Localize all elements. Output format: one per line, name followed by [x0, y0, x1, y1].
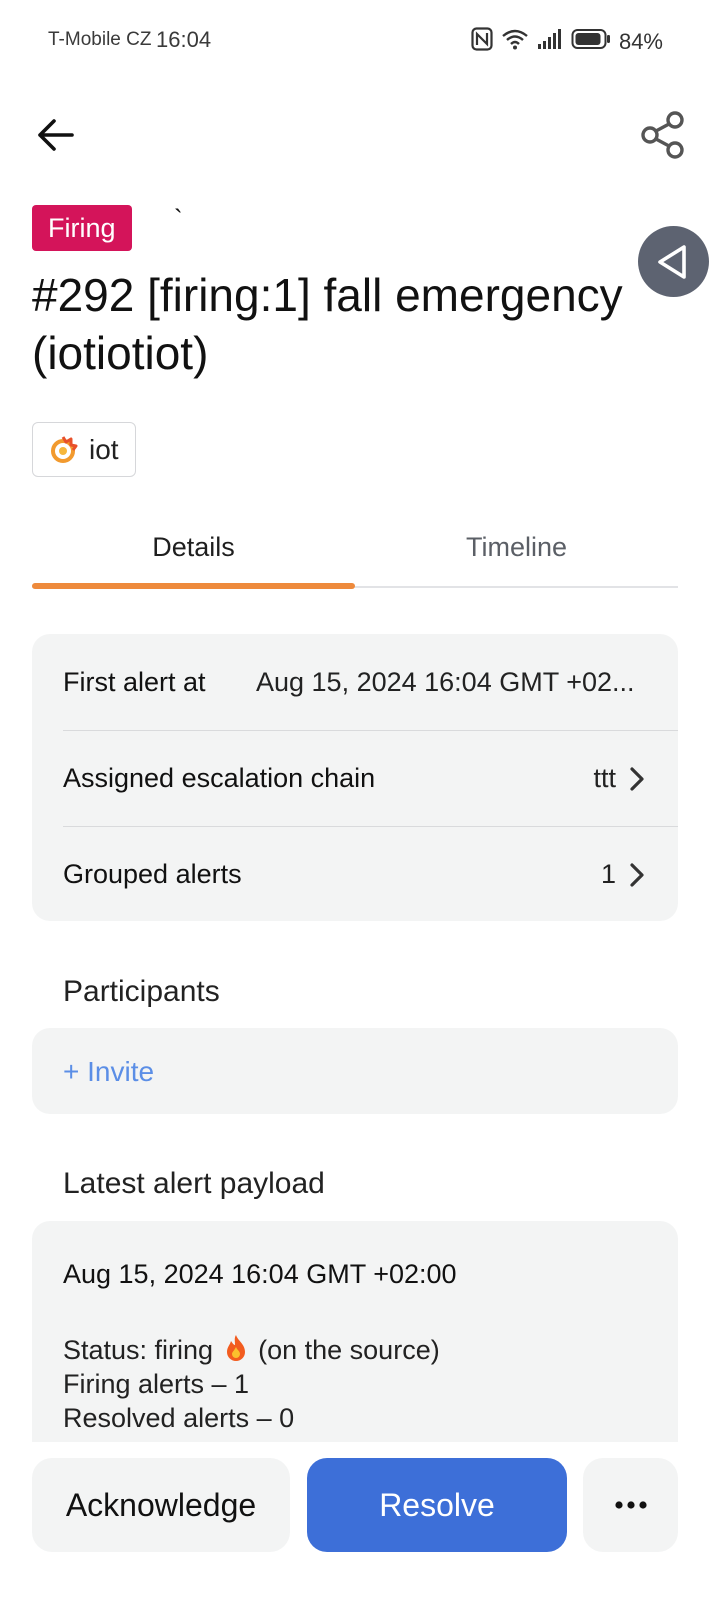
payload-status-suffix: (on the source)	[258, 1335, 440, 1365]
back-button[interactable]	[30, 112, 80, 158]
acknowledge-button[interactable]: Acknowledge	[32, 1458, 290, 1552]
status-icons: 84%	[471, 27, 663, 56]
status-bar: T-Mobile CZ 16:04 84%	[0, 0, 723, 82]
nfc-icon	[471, 27, 493, 56]
participants-heading: Participants	[63, 975, 220, 1008]
payload-resolved-line: Resolved alerts – 0	[63, 1403, 295, 1433]
triangle-left-icon	[657, 244, 686, 279]
payload-heading: Latest alert payload	[63, 1167, 325, 1200]
escalation-chain-label: Assigned escalation chain	[63, 763, 376, 793]
battery-percent: 84%	[618, 28, 663, 54]
fire-icon	[226, 1335, 245, 1361]
resolve-button[interactable]: Resolve	[307, 1458, 567, 1552]
carrier-label: T-Mobile CZ	[48, 29, 152, 50]
escalation-chain-row[interactable]: Assigned escalation chain ttt	[63, 730, 678, 826]
more-dots-icon	[614, 1501, 647, 1509]
active-tab-indicator	[32, 583, 355, 589]
share-icon	[641, 111, 684, 159]
action-bar: Acknowledge Resolve	[0, 1442, 723, 1600]
integration-chip[interactable]: iot	[32, 422, 136, 477]
invite-button[interactable]: + Invite	[63, 1056, 154, 1088]
grouped-alerts-label: Grouped alerts	[63, 859, 242, 889]
first-alert-label: First alert at	[63, 666, 206, 697]
payload-status-line: Status: firing (on the source)	[63, 1333, 440, 1367]
first-alert-value: Aug 15, 2024 16:04 GMT +02...	[256, 666, 635, 697]
arrow-left-icon	[38, 119, 74, 151]
chevron-right-icon	[630, 766, 644, 791]
tab-bar: Details Timeline	[32, 522, 678, 589]
alert-detail-screen: T-Mobile CZ 16:04 84% Firing ` #292 [fir…	[0, 0, 723, 1600]
more-button[interactable]	[583, 1458, 678, 1552]
grouped-alerts-value-group: 1	[601, 859, 646, 890]
escalation-chain-value-group: ttt	[593, 763, 646, 794]
details-card: First alert at Aug 15, 2024 16:04 GMT +0…	[32, 634, 678, 921]
tab-timeline[interactable]: Timeline	[355, 522, 678, 584]
participants-card: + Invite	[32, 1028, 678, 1114]
stray-character: `	[174, 204, 183, 234]
payload-body: Status: firing (on the source) Firing al…	[63, 1333, 440, 1435]
tab-details[interactable]: Details	[32, 522, 355, 584]
floating-back-button[interactable]	[638, 226, 709, 297]
chevron-right-icon	[630, 862, 644, 887]
grouped-alerts-value: 1	[600, 859, 616, 889]
escalation-chain-value: ttt	[593, 763, 616, 793]
payload-firing-line: Firing alerts – 1	[63, 1369, 250, 1399]
payload-timestamp: Aug 15, 2024 16:04 GMT +02:00	[63, 1259, 457, 1289]
battery-icon	[571, 28, 611, 55]
integration-label: iot	[89, 433, 119, 465]
wifi-icon	[501, 28, 529, 55]
first-alert-row: First alert at Aug 15, 2024 16:04 GMT +0…	[63, 634, 678, 730]
grouped-alerts-row[interactable]: Grouped alerts 1	[63, 826, 678, 922]
alert-title: #292 [firing:1] fall emergency (iotiotio…	[32, 269, 623, 379]
status-badge: Firing	[32, 205, 132, 251]
clock: 16:04	[156, 27, 212, 52]
share-button[interactable]	[638, 110, 688, 160]
payload-status-prefix: Status: firing	[63, 1335, 214, 1365]
grafana-icon	[51, 435, 78, 463]
signal-icon	[537, 28, 563, 55]
